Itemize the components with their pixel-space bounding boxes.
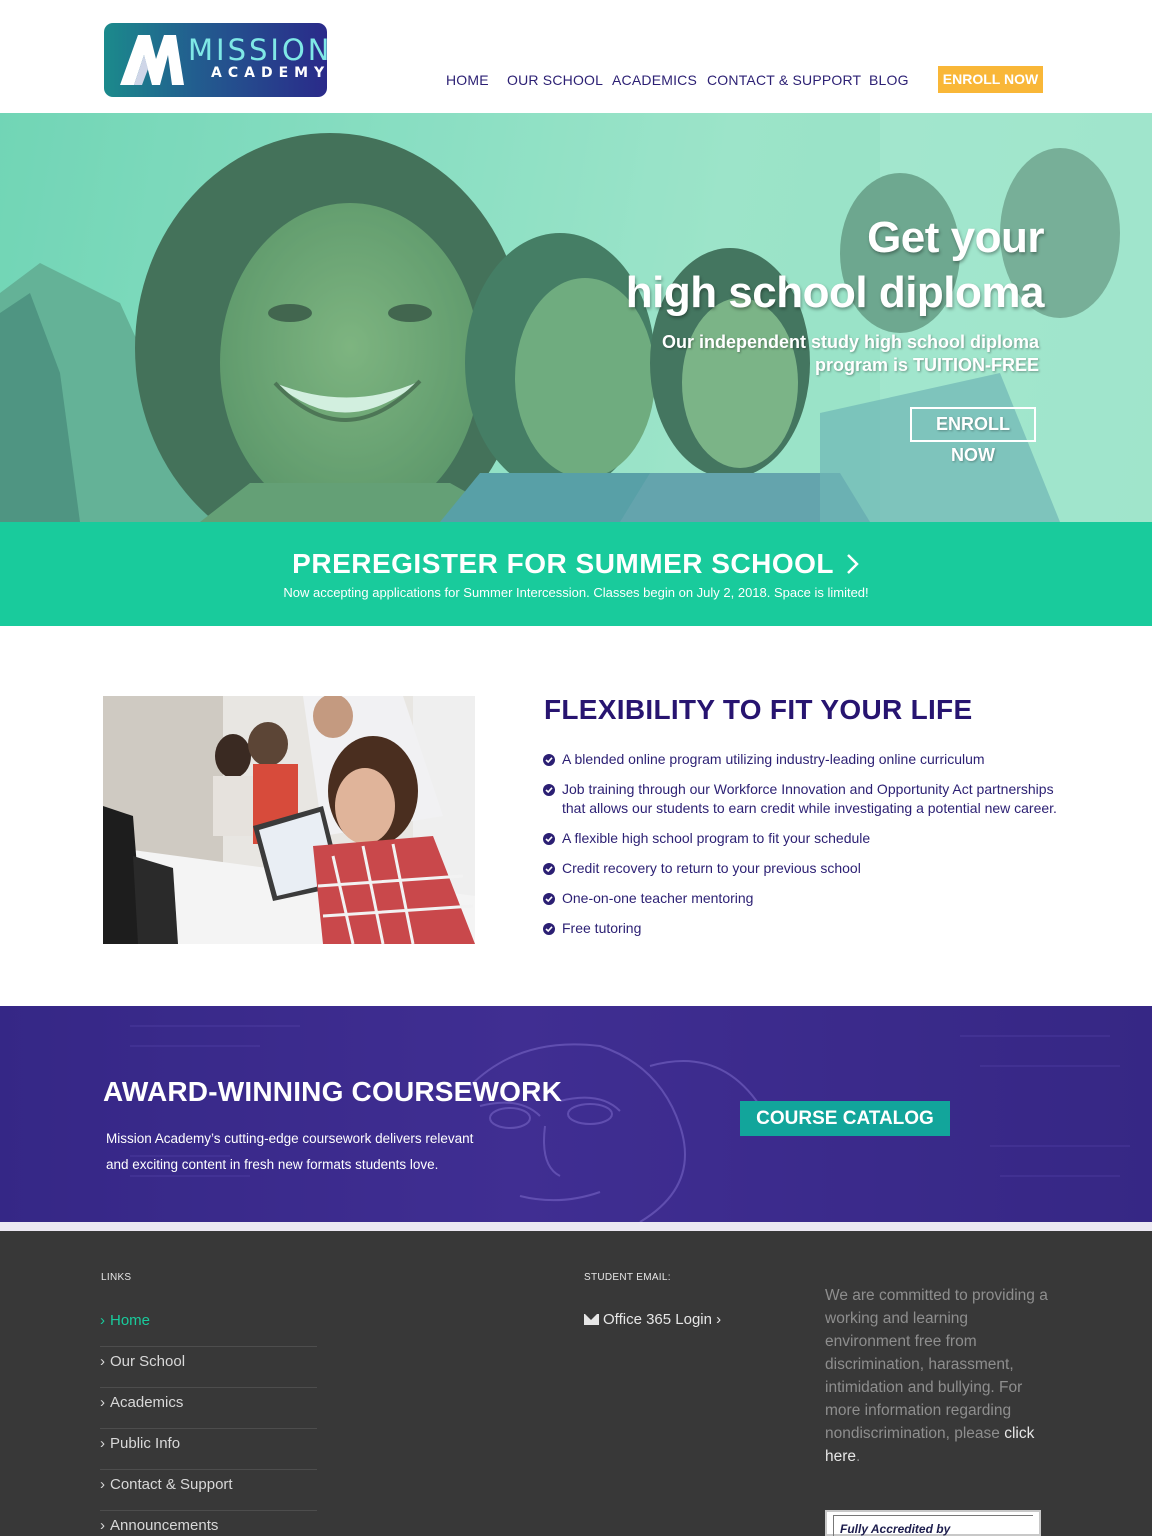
footer-link-label: Home <box>110 1312 151 1329</box>
footer-links-list: › Home › Our School › Academics › Public Inf… <box>100 1306 317 1536</box>
list-item-text: A blended online program utilizing indus… <box>562 751 985 767</box>
chevron-right-icon: › <box>100 1353 105 1370</box>
envelope-icon <box>584 1314 599 1325</box>
list-item: Credit recovery to return to your previo… <box>543 859 1063 878</box>
award-title: AWARD-WINNING COURSEWORK <box>103 1076 562 1107</box>
list-item: A blended online program utilizing indus… <box>543 750 1063 769</box>
summer-title-text: PREREGISTER FOR SUMMER SCHOOL <box>292 548 834 579</box>
nav-contact-support[interactable]: CONTACT & SUPPORT <box>707 72 861 88</box>
flexibility-list: A blended online program utilizing indus… <box>543 750 1063 949</box>
list-item-text: Free tutoring <box>562 920 642 936</box>
footer-link-public-info[interactable]: › Public Info <box>100 1429 317 1470</box>
check-circle-icon <box>543 923 555 935</box>
commitment-end: . <box>856 1448 861 1465</box>
classroom-photo <box>103 696 475 944</box>
office-365-login-link[interactable]: Office 365 Login › <box>584 1311 721 1328</box>
footer-link-home[interactable]: › Home <box>100 1306 317 1347</box>
check-circle-icon <box>543 784 555 796</box>
chevron-right-icon <box>846 554 859 574</box>
footer-link-our-school[interactable]: › Our School <box>100 1347 317 1388</box>
hero-title-line1: Get your <box>867 213 1044 262</box>
check-circle-icon <box>543 754 555 766</box>
chevron-right-icon: › <box>100 1517 105 1534</box>
footer-link-label: Public Info <box>110 1435 181 1452</box>
award-section: AWARD-WINNING COURSEWORK Mission Academy… <box>0 1006 1152 1222</box>
logo-text-mission: MISSION <box>188 33 327 67</box>
flexibility-title: FLEXIBILITY TO FIT YOUR LIFE <box>544 694 973 725</box>
hero-subtitle: Our independent study high school diplom… <box>661 332 1039 375</box>
footer-link-academics[interactable]: › Academics <box>100 1388 317 1429</box>
footer-links-heading: LINKS <box>101 1272 132 1283</box>
chevron-right-icon: › <box>100 1435 105 1452</box>
accreditation-badge[interactable]: Fully Accredited by <box>825 1510 1041 1536</box>
list-item: Free tutoring <box>543 919 1063 938</box>
award-description: Mission Academy’s cutting-edge coursewor… <box>106 1131 474 1172</box>
nav-our-school[interactable]: OUR SCHOOL <box>507 72 603 88</box>
nav-home[interactable]: HOME <box>446 72 489 88</box>
list-item: One-on-one teacher mentoring <box>543 889 1063 908</box>
hero-title-line2: high school diploma <box>625 268 1045 317</box>
site-logo[interactable]: MISSION ACADEMY <box>104 23 327 97</box>
hero-banner: Get your high school diploma Our indepen… <box>0 113 1152 522</box>
hero-enroll-button[interactable]: ENROLL NOW <box>910 407 1036 465</box>
award-background-art <box>0 1006 1152 1222</box>
list-item: Job training through our Workforce Innov… <box>543 780 1063 818</box>
course-catalog-button[interactable]: COURSE CATALOG <box>740 1101 950 1136</box>
footer-link-label: Announcements <box>110 1517 219 1534</box>
summer-title[interactable]: PREREGISTER FOR SUMMER SCHOOL <box>0 548 1152 580</box>
check-circle-icon <box>543 833 555 845</box>
list-item-text: Job training through our Workforce Innov… <box>562 781 1057 816</box>
footer-link-label: Our School <box>110 1353 186 1370</box>
chevron-right-icon: › <box>100 1476 105 1493</box>
check-circle-icon <box>543 893 555 905</box>
section-divider <box>0 1222 1152 1231</box>
check-circle-icon <box>543 863 555 875</box>
footer-link-contact-support[interactable]: › Contact & Support <box>100 1470 317 1511</box>
logo-text-academy: ACADEMY <box>211 65 327 81</box>
header-enroll-button[interactable]: ENROLL NOW <box>938 66 1043 93</box>
nav-blog[interactable]: BLOG <box>869 72 909 88</box>
chevron-right-icon: › <box>100 1394 105 1411</box>
mission-m-icon <box>120 35 184 85</box>
summer-description: Now accepting applications for Summer In… <box>283 585 869 600</box>
classroom-illustration <box>103 696 475 944</box>
accreditation-text: Fully Accredited by <box>840 1522 951 1536</box>
footer-link-label: Academics <box>110 1394 184 1411</box>
student-email-heading: STUDENT EMAIL: <box>584 1272 671 1283</box>
list-item-text: A flexible high school program to fit yo… <box>562 830 871 846</box>
site-header: MISSION ACADEMY HOME OUR SCHOOL ACADEMIC… <box>0 0 1152 113</box>
list-item-text: One-on-one teacher mentoring <box>562 890 754 906</box>
chevron-right-icon: › <box>100 1312 105 1329</box>
commitment-text: We are committed to providing a working … <box>825 1287 1048 1442</box>
office-login-label: Office 365 Login › <box>603 1311 722 1328</box>
nav-academics[interactable]: ACADEMICS <box>612 72 697 88</box>
list-item: A flexible high school program to fit yo… <box>543 829 1063 848</box>
footer-link-announcements[interactable]: › Announcements <box>100 1511 317 1536</box>
list-item-text: Credit recovery to return to your previo… <box>562 860 861 876</box>
summer-school-banner[interactable]: PREREGISTER FOR SUMMER SCHOOL Now accept… <box>0 522 1152 626</box>
footer-link-label: Contact & Support <box>110 1476 233 1493</box>
nondiscrimination-statement: We are committed to providing a working … <box>825 1284 1050 1468</box>
